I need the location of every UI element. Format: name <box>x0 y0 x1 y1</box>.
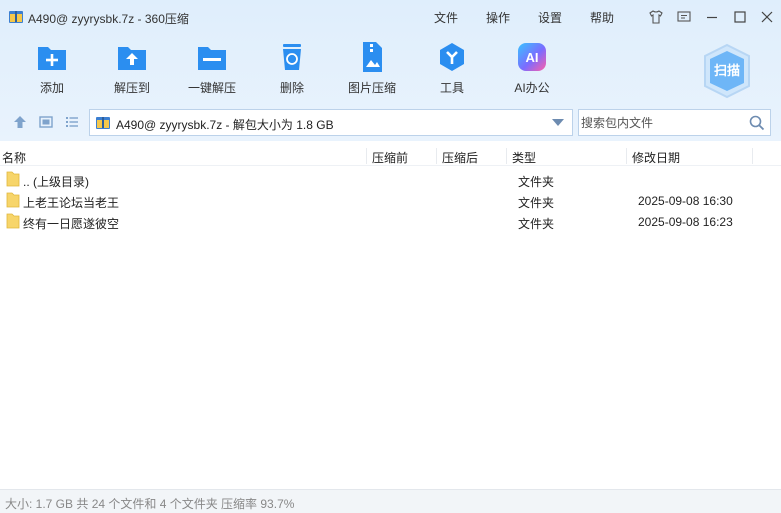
menu-operation[interactable]: 操作 <box>486 9 510 26</box>
menu-settings[interactable]: 设置 <box>538 9 562 26</box>
list-item[interactable]: 上老王论坛当老王 文件夹 2025-09-08 16:30 <box>0 190 781 211</box>
thumbnail-view-button[interactable] <box>37 113 55 131</box>
file-type: 文件夹 <box>518 175 555 189</box>
ai-badge-text: AI <box>526 50 539 65</box>
column-header-row: 名称 压缩前 压缩后 类型 修改日期 <box>0 146 781 166</box>
up-level-button[interactable] <box>11 113 29 131</box>
scan-label: 扫描 <box>714 63 740 78</box>
image-compress-label: 图片压缩 <box>347 81 396 95</box>
skin-button[interactable] <box>645 6 667 28</box>
menu-file[interactable]: 文件 <box>434 9 458 26</box>
search-icon[interactable] <box>748 114 766 132</box>
status-text: 大小: 1.7 GB 共 24 个文件和 4 个文件夹 压缩率 93.7% <box>5 497 295 511</box>
delete-label: 删除 <box>279 81 304 95</box>
tshirt-icon <box>649 10 663 24</box>
header-area: A490@ zyyrysbk.7z - 360压缩 文件 操作 设置 帮助 添加… <box>0 0 781 141</box>
folder-icon <box>6 192 20 208</box>
path-dropdown-icon[interactable] <box>552 119 564 126</box>
extract-to-label: 解压到 <box>113 81 150 95</box>
column-divider[interactable] <box>366 148 367 164</box>
tools-icon <box>440 43 464 71</box>
add-label: 添加 <box>39 81 64 95</box>
close-icon <box>761 11 773 23</box>
scan-button[interactable]: 扫描 <box>700 42 754 100</box>
file-type: 文件夹 <box>518 196 555 210</box>
file-name: 上老王论坛当老王 <box>23 196 120 210</box>
column-divider[interactable] <box>506 148 507 164</box>
arrow-up-icon <box>14 116 26 128</box>
column-compressed-after[interactable]: 压缩后 <box>442 149 478 166</box>
minimize-icon <box>707 16 717 19</box>
ai-office-button[interactable]: AI AI办公 <box>497 40 567 98</box>
delete-icon <box>283 44 301 70</box>
folder-icon <box>6 171 20 187</box>
column-divider[interactable] <box>752 148 753 164</box>
file-name: .. (上级目录) <box>23 175 89 189</box>
ai-office-icon: AI <box>518 43 546 71</box>
one-click-extract-icon <box>198 47 226 70</box>
file-type: 文件夹 <box>518 217 555 231</box>
folder-icon <box>6 213 20 229</box>
window-title: A490@ zyyrysbk.7z - 360压缩 <box>28 12 189 26</box>
maximize-icon <box>734 11 746 23</box>
add-icon <box>38 47 66 70</box>
list-item[interactable]: 终有一日愿遂彼空 文件夹 2025-09-08 16:23 <box>0 211 781 232</box>
file-modified: 2025-09-08 16:30 <box>638 194 733 208</box>
thumbnail-view-icon <box>39 116 53 128</box>
extract-to-button[interactable]: 解压到 <box>97 40 167 98</box>
column-modified[interactable]: 修改日期 <box>632 149 680 166</box>
maximize-button[interactable] <box>729 6 751 28</box>
shield-scan-icon: 扫描 <box>704 43 750 99</box>
path-text: A490@ zyyrysbk.7z - 解包大小为 1.8 GB <box>116 118 334 132</box>
status-bar: 大小: 1.7 GB 共 24 个文件和 4 个文件夹 压缩率 93.7% <box>0 489 781 513</box>
archive-file-icon <box>96 117 110 129</box>
image-compress-icon <box>363 42 382 72</box>
list-view-icon <box>66 117 78 127</box>
message-icon <box>677 11 691 22</box>
file-list: .. (上级目录) 文件夹 上老王论坛当老王 文件夹 2025-09-08 16… <box>0 169 781 232</box>
extract-to-icon <box>118 47 146 70</box>
app-window: A490@ zyyrysbk.7z - 360压缩 文件 操作 设置 帮助 添加… <box>0 0 781 513</box>
list-view-button[interactable] <box>63 113 81 131</box>
ai-office-label: AI办公 <box>514 81 550 95</box>
search-box[interactable] <box>578 109 771 136</box>
menu-help[interactable]: 帮助 <box>590 9 614 26</box>
file-modified: 2025-09-08 16:23 <box>638 215 733 229</box>
delete-button[interactable]: 删除 <box>257 40 327 98</box>
tools-label: 工具 <box>439 81 464 95</box>
file-name: 终有一日愿遂彼空 <box>23 217 120 231</box>
tools-button[interactable]: 工具 <box>417 40 487 98</box>
path-bar[interactable]: A490@ zyyrysbk.7z - 解包大小为 1.8 GB <box>89 109 573 136</box>
search-input[interactable] <box>581 114 741 132</box>
column-name[interactable]: 名称 <box>2 149 26 166</box>
column-type[interactable]: 类型 <box>512 149 536 166</box>
one-click-extract-label: 一键解压 <box>187 81 236 95</box>
close-button[interactable] <box>756 6 778 28</box>
image-compress-button[interactable]: 图片压缩 <box>337 40 407 98</box>
one-click-extract-button[interactable]: 一键解压 <box>177 40 247 98</box>
archive-app-icon <box>9 11 23 23</box>
column-divider[interactable] <box>436 148 437 164</box>
minimize-button[interactable] <box>701 6 723 28</box>
feedback-button[interactable] <box>673 6 695 28</box>
add-button[interactable]: 添加 <box>17 40 87 98</box>
column-divider[interactable] <box>626 148 627 164</box>
column-compressed-before[interactable]: 压缩前 <box>372 149 408 166</box>
list-item[interactable]: .. (上级目录) 文件夹 <box>0 169 781 190</box>
title-bar: A490@ zyyrysbk.7z - 360压缩 文件 操作 设置 帮助 <box>0 0 781 34</box>
